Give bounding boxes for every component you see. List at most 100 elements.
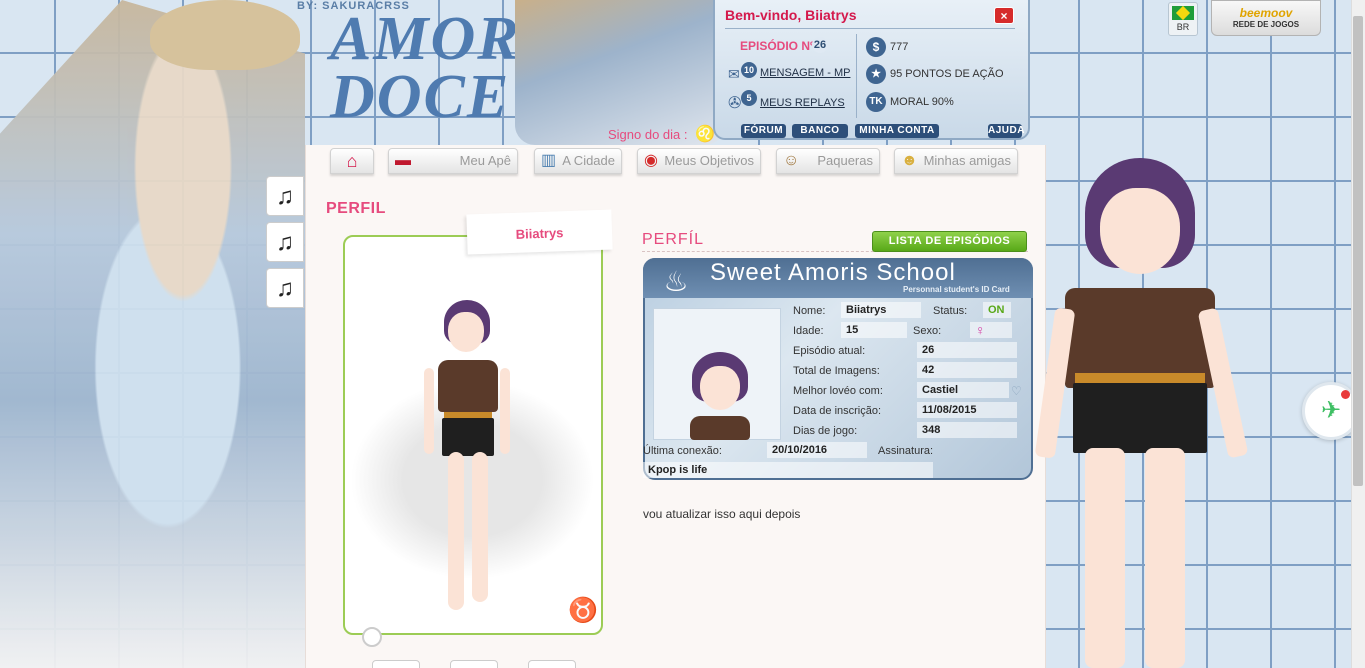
music-button-3[interactable]: ♫ (266, 268, 304, 308)
leo-icon[interactable]: ♌ (695, 124, 715, 144)
wardrobe-thumb-2[interactable] (450, 660, 498, 668)
avatar-right-arm (500, 368, 510, 454)
right-char-belt (1075, 373, 1205, 383)
panel-vertical-divider (856, 34, 857, 118)
days-played-value: 348 (917, 422, 1017, 438)
episode-label: EPISÓDIO Nº (740, 39, 815, 53)
taurus-icon: ♉ (568, 597, 598, 624)
right-char-shorts (1073, 383, 1207, 453)
film-reel-icon: ✇ (728, 95, 742, 112)
money-value: 777 (890, 41, 909, 53)
rotate-avatar-handle[interactable] (362, 627, 382, 647)
best-love-label: Melhor lovéo com: (793, 385, 883, 397)
age-label: Idade: (793, 325, 824, 337)
morale-value: MORAL 90% (890, 96, 954, 108)
welcome-text: Bem-vindo, Biiatrys (725, 7, 857, 23)
tab-objectives[interactable]: ◉ Meus Objetivos (637, 148, 761, 174)
replays-link[interactable]: MEUS REPLAYS (760, 97, 845, 109)
sex-label: Sexo: (913, 325, 942, 337)
left-artwork (0, 0, 305, 668)
tab-label: Paqueras (817, 153, 873, 168)
cupcake-icon: ♨ (663, 266, 689, 297)
avatar-blouse (438, 360, 498, 412)
avatar-name-tab: Biiatrys (466, 209, 613, 255)
avatar-right-leg (472, 452, 488, 602)
female-icon: ♀ (970, 322, 1012, 338)
tab-label: A Cidade (562, 153, 615, 168)
avatar-face (448, 312, 484, 352)
music-button-2[interactable]: ♫ (266, 222, 304, 262)
network-brand: beemoov (1239, 6, 1293, 20)
tab-home[interactable]: ⌂ (330, 148, 374, 174)
language-code: BR (1176, 22, 1190, 32)
days-played-label: Dias de jogo: (793, 425, 858, 437)
right-char-left-leg (1085, 448, 1125, 668)
forum-button[interactable]: FÓRUM (741, 124, 786, 138)
episode-current-value: 26 (917, 342, 1017, 358)
tab-crushes[interactable]: ☺ Paqueras (776, 148, 880, 174)
tab-city[interactable]: ▥ A Cidade (534, 148, 622, 174)
school-subtitle: Personnal student's ID Card (903, 285, 1010, 294)
avatar-figure (420, 300, 510, 620)
girl-face-icon: ☻ (901, 152, 918, 169)
close-panel-button[interactable]: × (994, 7, 1014, 24)
sign-of-day-label: Signo do dia : (608, 127, 688, 142)
sofa-icon: ▬ (395, 152, 411, 169)
profile-description: vou atualizar isso aqui depois (643, 507, 801, 521)
id-avatar-blouse (690, 416, 750, 440)
signature-value: Kpop is life (643, 462, 933, 478)
episode-list-button[interactable]: LISTA DE EPISÓDIOS (872, 231, 1027, 252)
episode-number: 26 (812, 37, 828, 53)
music-button-1[interactable]: ♫ (266, 176, 304, 216)
school-title: Sweet Amoris School (710, 259, 956, 286)
wardrobe-thumb-1[interactable] (372, 660, 420, 668)
network-label: REDE DE JOGOS (1232, 20, 1300, 29)
notification-dot (1341, 390, 1350, 399)
last-connection-value: 20/10/2016 (767, 442, 867, 458)
tab-friends[interactable]: ☻ Minhas amigas (894, 148, 1018, 174)
mail-icon: ✉ (728, 66, 740, 82)
logo[interactable]: AMOR DOCE (330, 8, 520, 131)
images-total-value: 42 (917, 362, 1017, 378)
episode-current-label: Episódio atual: (793, 345, 866, 357)
paper-plane-icon: ✈ (1320, 397, 1342, 424)
home-icon: ⌂ (346, 151, 358, 171)
my-account-button[interactable]: MINHA CONTA (855, 124, 939, 138)
name-value: Biiatrys (841, 302, 921, 318)
header-artwork (515, 0, 725, 145)
logo-line-2: DOCE (330, 63, 511, 131)
building-icon: ▥ (541, 152, 557, 169)
tab-label: Meus Objetivos (664, 153, 754, 168)
id-avatar-face (700, 366, 740, 410)
game-network-button[interactable]: beemoov REDE DE JOGOS (1211, 0, 1321, 36)
signup-date-value: 11/08/2015 (917, 402, 1017, 418)
right-character-art (1034, 158, 1249, 668)
artwork-hat (150, 0, 300, 70)
action-points-icon: ★ (866, 64, 886, 84)
status-value: ON (983, 302, 1011, 318)
panel-divider (725, 28, 1015, 29)
messages-count-badge: 10 (741, 62, 757, 78)
messages-link[interactable]: MENSAGEM - MP (760, 67, 850, 79)
language-selector[interactable]: BR (1168, 2, 1198, 36)
bank-button[interactable]: BANCO (792, 124, 848, 138)
replays-count-badge: 5 (741, 90, 757, 106)
signature-label: Assinatura: (878, 445, 934, 457)
best-love-value: Castiel (917, 382, 1009, 398)
heart-icon: ♡ (1011, 384, 1022, 398)
tab-my-apartment[interactable]: ▬ Meu Apê (388, 148, 518, 174)
profile-subtitle: PERFÍL (642, 231, 705, 248)
last-connection-label: Última conexão: (643, 445, 722, 457)
avatar-shorts (442, 418, 494, 456)
help-button[interactable]: AJUDA (988, 124, 1024, 138)
brazil-flag-icon (1172, 6, 1194, 20)
scrollbar-thumb[interactable] (1353, 16, 1363, 486)
status-label: Status: (933, 305, 968, 317)
right-char-right-leg (1145, 448, 1185, 668)
name-label: Nome: (793, 305, 826, 317)
wardrobe-thumb-3[interactable] (528, 660, 576, 668)
target-icon: ◉ (644, 152, 658, 169)
id-photo-avatar (690, 352, 750, 440)
money-icon: $ (866, 37, 886, 57)
page-title: PERFIL (326, 200, 386, 217)
